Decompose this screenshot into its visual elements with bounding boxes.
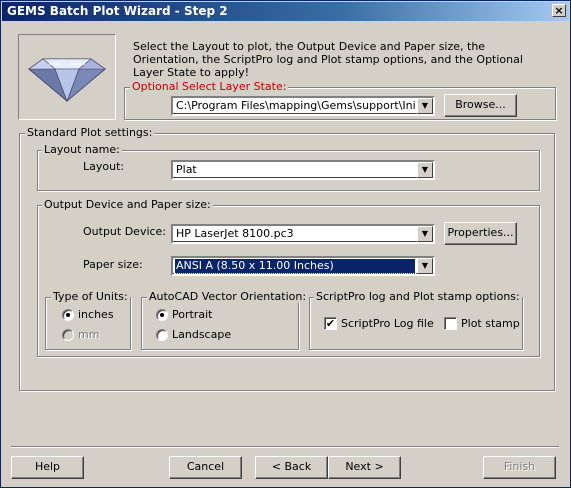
orientation-group — [141, 297, 299, 350]
layout-name-label: Layout name: — [42, 143, 122, 156]
plot-stamp-label[interactable]: Plot stamp — [461, 317, 520, 330]
units-mm-label[interactable]: mm — [78, 328, 99, 341]
footer-separator — [11, 446, 559, 448]
diamond-icon — [28, 58, 106, 102]
orientation-landscape-label[interactable]: Landscape — [172, 328, 231, 341]
paper-size-label: Paper size: — [83, 258, 143, 271]
close-icon[interactable]: × — [552, 4, 566, 17]
orientation-landscape-radio[interactable] — [156, 329, 168, 341]
layer-state-combo[interactable]: C:\Program Files\mapping\Gems\support\In… — [171, 96, 435, 116]
orientation-portrait-radio[interactable] — [156, 309, 168, 321]
chevron-down-icon[interactable]: ▼ — [417, 226, 433, 242]
cancel-button[interactable]: Cancel — [169, 456, 242, 479]
plot-stamp-checkbox[interactable] — [444, 317, 457, 330]
layer-state-value: C:\Program Files\mapping\Gems\support\In… — [176, 99, 415, 112]
properties-button[interactable]: Properties... — [444, 222, 517, 245]
units-mm-radio[interactable] — [62, 329, 74, 341]
title-bar[interactable]: GEMS Batch Plot Wizard - Step 2 × — [2, 2, 569, 21]
chevron-down-icon[interactable]: ▼ — [417, 162, 433, 178]
wizard-window: GEMS Batch Plot Wizard - Step 2 × Select… — [0, 0, 571, 488]
paper-size-combo[interactable]: ANSI A (8.50 x 11.00 Inches) ▼ — [171, 256, 435, 276]
units-group-label: Type of Units: — [51, 290, 130, 303]
scriptpro-group-label: ScriptPro log and Plot stamp options: — [314, 290, 522, 303]
paper-size-value: ANSI A (8.50 x 11.00 Inches) — [174, 258, 416, 274]
units-inches-radio[interactable] — [62, 309, 74, 321]
layout-combo[interactable]: Plat ▼ — [171, 160, 435, 180]
back-button[interactable]: < Back — [255, 456, 328, 479]
output-device-combo[interactable]: HP LaserJet 8100.pc3 ▼ — [171, 224, 435, 244]
scriptpro-log-label[interactable]: ScriptPro Log file — [341, 317, 434, 330]
units-group — [45, 297, 131, 350]
output-device-group-label: Output Device and Paper size: — [42, 198, 213, 211]
scriptpro-log-checkbox[interactable]: ✔ — [324, 317, 337, 330]
layout-label: Layout: — [83, 160, 125, 173]
window-title: GEMS Batch Plot Wizard - Step 2 — [7, 4, 228, 18]
standard-plot-label: Standard Plot settings: — [25, 126, 155, 139]
next-button[interactable]: Next > — [328, 456, 401, 479]
gem-image-frame — [18, 34, 116, 120]
intro-text: Select the Layout to plot, the Output De… — [133, 40, 523, 79]
chevron-down-icon[interactable]: ▼ — [417, 98, 433, 114]
units-inches-label[interactable]: inches — [78, 308, 114, 321]
layout-value: Plat — [176, 163, 197, 176]
browse-button[interactable]: Browse... — [444, 94, 517, 117]
output-device-value: HP LaserJet 8100.pc3 — [176, 227, 294, 240]
help-button[interactable]: Help — [11, 456, 84, 479]
orientation-group-label: AutoCAD Vector Orientation: — [147, 290, 309, 303]
chevron-down-icon[interactable]: ▼ — [417, 258, 433, 274]
layer-state-label: Optional Select Layer State: — [130, 80, 289, 93]
orientation-portrait-label[interactable]: Portrait — [172, 308, 212, 321]
output-device-label: Output Device: — [83, 225, 167, 238]
finish-button[interactable]: Finish — [483, 456, 556, 479]
